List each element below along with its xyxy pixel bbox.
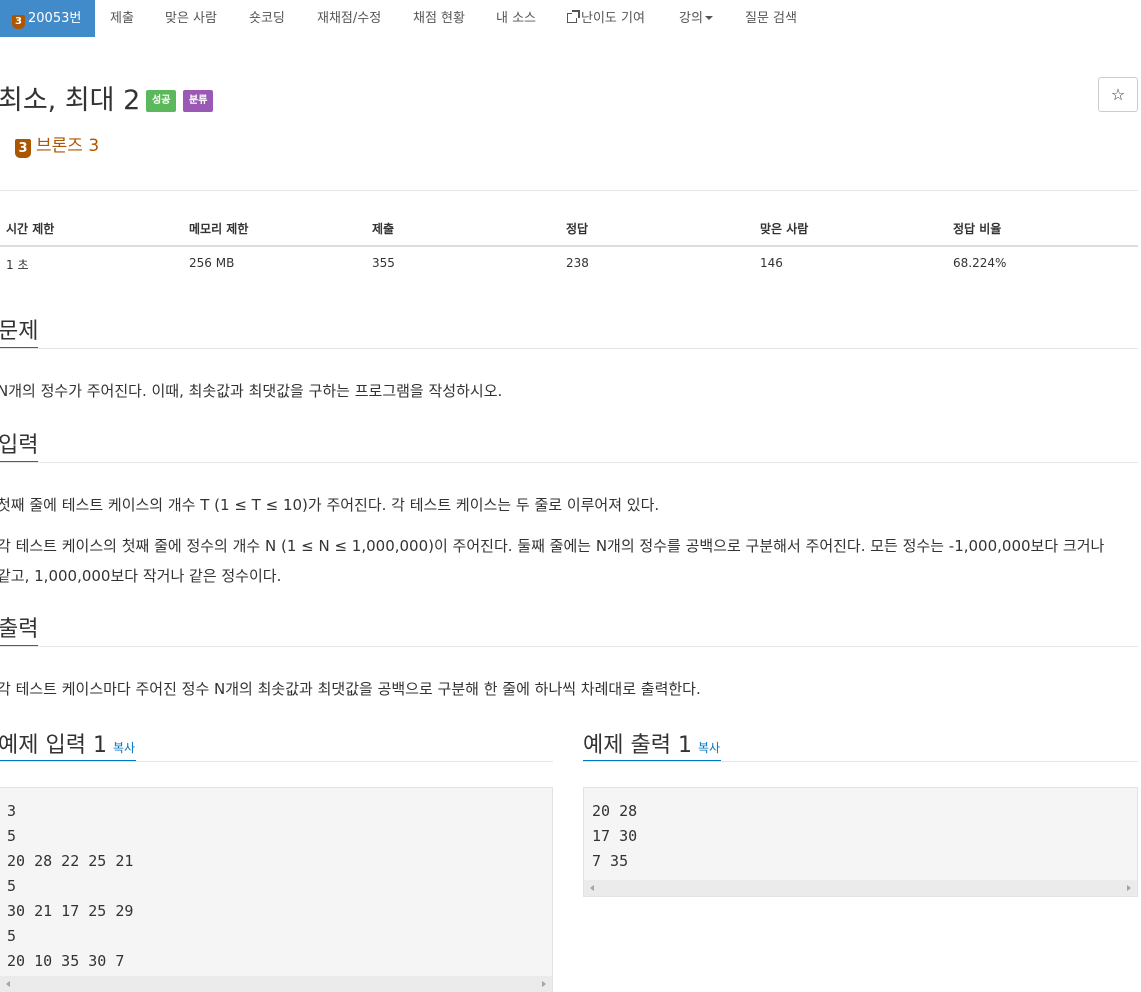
input-description-line: 첫째 줄에 테스트 케이스의 개수 T (1 ≤ T ≤ 10)가 주어진다. … bbox=[0, 496, 660, 514]
tab-submit[interactable]: 제출 bbox=[110, 0, 134, 37]
divider bbox=[0, 462, 1138, 463]
category-label[interactable]: 분류 bbox=[183, 90, 214, 112]
sample-input-heading: 예제 입력 1 bbox=[0, 733, 107, 758]
table-header: 정답 비율 bbox=[953, 222, 1002, 236]
tab-rejudge[interactable]: 재채점/수정 bbox=[317, 0, 381, 37]
tab-lectures-dropdown[interactable]: 강의 bbox=[679, 0, 713, 37]
sample-output-heading: 예제 출력 1 bbox=[583, 733, 692, 758]
sample-output-line: 17 30 bbox=[592, 827, 638, 845]
solved-label: 성공 bbox=[146, 90, 177, 112]
bronze-tier-icon: 3 bbox=[12, 15, 25, 29]
problem-number-label: 20053번 bbox=[28, 11, 82, 26]
table-cell: 256 MB bbox=[189, 256, 235, 270]
sample-output-line: 7 35 bbox=[592, 852, 629, 870]
tab-label: 난이도 기여 bbox=[581, 11, 645, 26]
input-description-line: 같고, 1,000,000보다 작거나 같은 정수이다. bbox=[0, 567, 282, 585]
table-cell: 1 초 bbox=[6, 258, 29, 272]
problem-title: 최소, 최대 2 bbox=[0, 85, 141, 116]
bronze-tier-icon: 3 bbox=[15, 139, 31, 158]
section-title-output: 출력 bbox=[0, 617, 39, 642]
tab-problem[interactable]: 3 20053번 bbox=[0, 0, 96, 37]
external-link-icon bbox=[567, 10, 580, 23]
sample-input-line: 3 bbox=[7, 802, 17, 820]
divider bbox=[0, 646, 1138, 647]
scroll-right-icon[interactable] bbox=[1127, 885, 1131, 891]
sample-input-block[interactable]: 3 5 20 28 22 25 21 5 30 21 17 25 29 5 20… bbox=[0, 787, 553, 992]
tab-short-coding[interactable]: 숏코딩 bbox=[249, 0, 285, 37]
divider bbox=[0, 190, 1138, 191]
sample-output-block[interactable]: 20 28 17 30 7 35 bbox=[583, 787, 1138, 897]
star-icon: ☆ bbox=[1110, 85, 1126, 104]
caret-down-icon bbox=[704, 16, 713, 20]
section-title-input: 입력 bbox=[0, 433, 39, 458]
tab-difficulty-contribution[interactable]: 난이도 기여 bbox=[567, 0, 645, 37]
divider bbox=[583, 761, 1138, 762]
table-cell: 68.224% bbox=[953, 256, 1007, 270]
table-header: 맞은 사람 bbox=[760, 222, 809, 236]
sample-input-line: 20 28 22 25 21 bbox=[7, 852, 134, 870]
tab-accepted-users[interactable]: 맞은 사람 bbox=[165, 0, 217, 37]
table-cell[interactable]: 355 bbox=[372, 256, 395, 270]
table-header-divider bbox=[0, 245, 1138, 247]
tier-label: 브론즈 3 bbox=[36, 136, 100, 156]
section-title-problem: 문제 bbox=[0, 319, 39, 344]
table-cell: 146 bbox=[760, 256, 783, 270]
table-header: 제출 bbox=[372, 222, 395, 236]
tab-status[interactable]: 채점 현황 bbox=[413, 0, 465, 37]
divider bbox=[0, 761, 553, 762]
horizontal-scrollbar[interactable] bbox=[584, 880, 1137, 896]
sample-output-title: 예제 출력 1 복사 bbox=[583, 727, 720, 759]
sample-input-title: 예제 입력 1 복사 bbox=[0, 727, 135, 759]
table-header: 메모리 제한 bbox=[189, 222, 249, 236]
table-header: 정답 bbox=[566, 222, 589, 236]
output-description: 각 테스트 케이스마다 주어진 정수 N개의 최솟값과 최댓값을 공백으로 구분… bbox=[0, 680, 701, 698]
copy-sample-input-link[interactable]: 복사 bbox=[113, 741, 135, 755]
input-description-line: 각 테스트 케이스의 첫째 줄에 정수의 개수 N (1 ≤ N ≤ 1,000… bbox=[0, 537, 1105, 555]
scroll-left-icon[interactable] bbox=[6, 981, 10, 987]
divider bbox=[0, 348, 1138, 349]
horizontal-scrollbar[interactable] bbox=[0, 976, 552, 992]
tab-my-source[interactable]: 내 소스 bbox=[496, 0, 536, 37]
tab-question-search[interactable]: 질문 검색 bbox=[745, 0, 797, 37]
sample-input-line: 5 bbox=[7, 827, 17, 845]
sample-output-line: 20 28 bbox=[592, 802, 638, 820]
sample-input-line: 5 bbox=[7, 927, 17, 945]
copy-sample-output-link[interactable]: 복사 bbox=[698, 741, 720, 755]
problem-tier[interactable]: 3 브론즈 3 bbox=[15, 131, 99, 158]
scroll-right-icon[interactable] bbox=[542, 981, 546, 987]
tab-label: 강의 bbox=[679, 11, 703, 26]
problem-description: N개의 정수가 주어진다. 이때, 최솟값과 최댓값을 구하는 프로그램을 작성… bbox=[0, 382, 503, 400]
sample-input-line: 30 21 17 25 29 bbox=[7, 902, 134, 920]
sample-input-line: 20 10 35 30 7 bbox=[7, 952, 125, 970]
scroll-left-icon[interactable] bbox=[590, 885, 594, 891]
sample-input-line: 5 bbox=[7, 877, 17, 895]
star-button[interactable]: ☆ bbox=[1098, 77, 1138, 112]
table-header: 시간 제한 bbox=[6, 222, 55, 236]
problem-menu-bar: 3 20053번 제출 맞은 사람 숏코딩 재채점/수정 채점 현황 내 소스 난… bbox=[0, 0, 1141, 37]
table-cell: 238 bbox=[566, 256, 589, 270]
